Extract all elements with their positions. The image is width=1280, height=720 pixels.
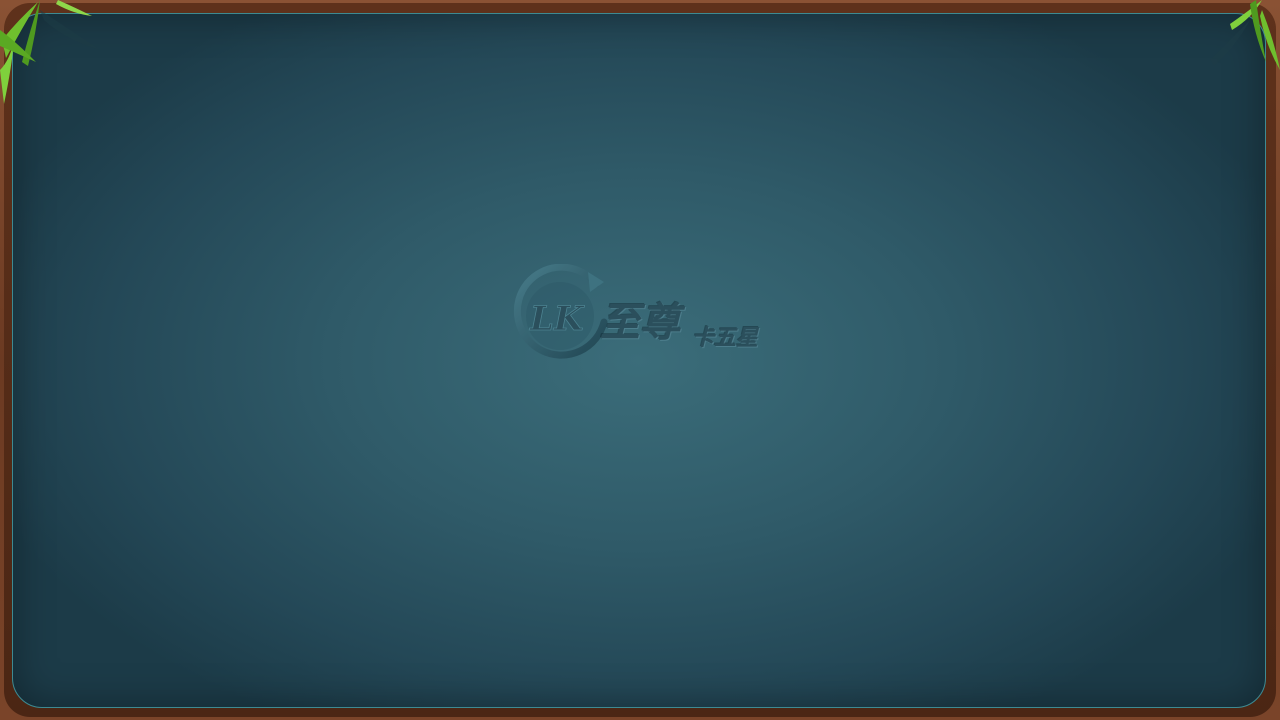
- logo-emblem-text: LK: [529, 299, 585, 339]
- bamboo-leaves-icon: [0, 0, 100, 104]
- table-logo: LK 至尊 卡五星: [508, 264, 778, 368]
- logo-title: 至尊: [600, 299, 680, 346]
- logo-subtitle: 卡五星: [692, 325, 759, 351]
- game-screen: LK 至尊 卡五星: [0, 0, 1280, 720]
- bamboo-leaves-icon: [1210, 0, 1280, 70]
